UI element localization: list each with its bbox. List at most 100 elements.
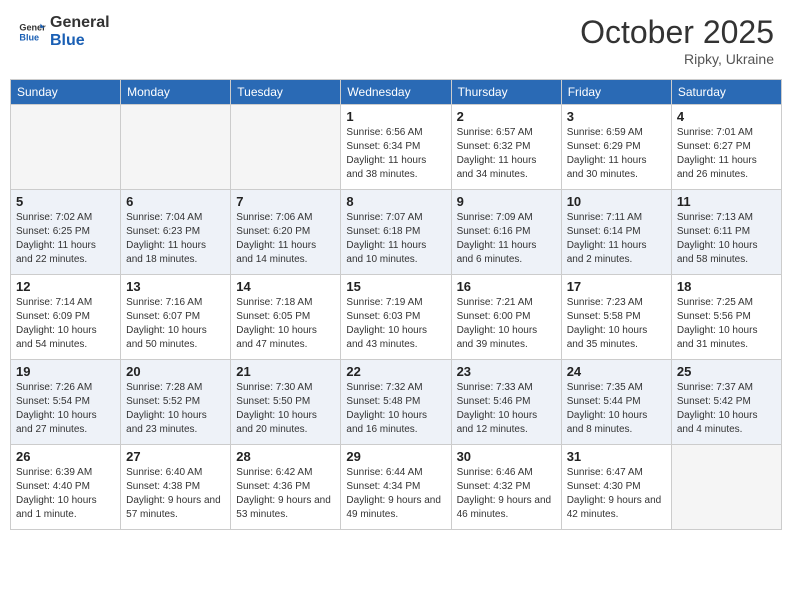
day-number: 19 xyxy=(16,364,115,379)
svg-text:Blue: Blue xyxy=(19,32,39,42)
calendar-day-cell: 5 Sunrise: 7:02 AMSunset: 6:25 PMDaylight… xyxy=(11,190,121,275)
calendar-day-cell: 23 Sunrise: 7:33 AMSunset: 5:46 PMDayligh… xyxy=(451,360,561,445)
calendar-day-cell: 10 Sunrise: 7:11 AMSunset: 6:14 PMDayligh… xyxy=(561,190,671,275)
logo-icon: General Blue xyxy=(18,18,46,46)
day-info: Sunrise: 7:18 AMSunset: 6:05 PMDaylight:… xyxy=(236,296,335,352)
calendar-week-row: 5 Sunrise: 7:02 AMSunset: 6:25 PMDaylight… xyxy=(11,190,782,275)
day-info: Sunrise: 7:16 AMSunset: 6:07 PMDaylight:… xyxy=(126,296,225,352)
calendar-day-cell: 2Sunrise: 6:57 AMSunset: 6:32 PMDaylight… xyxy=(451,105,561,190)
day-number: 31 xyxy=(567,449,666,464)
calendar-day-cell: 25Sunrise: 7:37 AMSunset: 5:42 PMDayligh… xyxy=(671,360,781,445)
calendar-day-cell: 12Sunrise: 7:14 AMSunset: 6:09 PMDayligh… xyxy=(11,275,121,360)
day-info: Sunrise: 6:56 AMSunset: 6:34 PMDaylight:… xyxy=(346,126,445,182)
day-info: Sunrise: 7:32 AMSunset: 5:48 PMDaylight:… xyxy=(346,381,445,437)
day-number: 24 xyxy=(567,364,666,379)
weekday-header-sunday: Sunday xyxy=(11,80,121,105)
day-number: 18 xyxy=(677,279,776,294)
day-number: 20 xyxy=(126,364,225,379)
calendar-day-cell: 22 Sunrise: 7:32 AMSunset: 5:48 PMDayligh… xyxy=(341,360,451,445)
day-info: Sunrise: 7:04 AMSunset: 6:23 PMDaylight:… xyxy=(126,211,225,267)
weekday-header-row: SundayMondayTuesdayWednesdayThursdayFrid… xyxy=(11,80,782,105)
calendar-day-cell: 30 Sunrise: 6:46 AMSunset: 4:32 PMDayligh… xyxy=(451,445,561,530)
calendar-week-row: 19 Sunrise: 7:26 AMSunset: 5:54 PMDayligh… xyxy=(11,360,782,445)
day-number: 2 xyxy=(457,109,556,124)
day-info: Sunrise: 7:35 AMSunset: 5:44 PMDaylight:… xyxy=(567,381,666,437)
day-info: Sunrise: 7:23 AMSunset: 5:58 PMDaylight:… xyxy=(567,296,666,352)
day-info: Sunrise: 7:30 AMSunset: 5:50 PMDaylight:… xyxy=(236,381,335,437)
day-number: 10 xyxy=(567,194,666,209)
calendar-day-cell: 14 Sunrise: 7:18 AMSunset: 6:05 PMDayligh… xyxy=(231,275,341,360)
day-number: 15 xyxy=(346,279,445,294)
day-info: Sunrise: 7:28 AMSunset: 5:52 PMDaylight:… xyxy=(126,381,225,437)
logo: General Blue General Blue xyxy=(18,14,110,49)
day-info: Sunrise: 6:40 AMSunset: 4:38 PMDaylight:… xyxy=(126,466,225,522)
day-info: Sunrise: 7:25 AMSunset: 5:56 PMDaylight:… xyxy=(677,296,776,352)
day-info: Sunrise: 6:42 AMSunset: 4:36 PMDaylight:… xyxy=(236,466,335,522)
day-info: Sunrise: 7:33 AMSunset: 5:46 PMDaylight:… xyxy=(457,381,556,437)
calendar-week-row: 1Sunrise: 6:56 AMSunset: 6:34 PMDaylight… xyxy=(11,105,782,190)
day-number: 6 xyxy=(126,194,225,209)
calendar-day-cell: 7 Sunrise: 7:06 AMSunset: 6:20 PMDaylight… xyxy=(231,190,341,275)
day-info: Sunrise: 6:46 AMSunset: 4:32 PMDaylight:… xyxy=(457,466,556,522)
weekday-header-tuesday: Tuesday xyxy=(231,80,341,105)
day-number: 12 xyxy=(16,279,115,294)
calendar-day-cell: 1Sunrise: 6:56 AMSunset: 6:34 PMDaylight… xyxy=(341,105,451,190)
logo-general-text: General xyxy=(50,14,110,32)
calendar-week-row: 12Sunrise: 7:14 AMSunset: 6:09 PMDayligh… xyxy=(11,275,782,360)
logo-blue-text: Blue xyxy=(50,32,110,50)
calendar-day-cell: 15Sunrise: 7:19 AMSunset: 6:03 PMDayligh… xyxy=(341,275,451,360)
day-number: 7 xyxy=(236,194,335,209)
calendar-day-cell xyxy=(11,105,121,190)
calendar-day-cell: 16 Sunrise: 7:21 AMSunset: 6:00 PMDayligh… xyxy=(451,275,561,360)
calendar-day-cell: 3Sunrise: 6:59 AMSunset: 6:29 PMDaylight… xyxy=(561,105,671,190)
calendar-day-cell xyxy=(231,105,341,190)
calendar-day-cell: 27 Sunrise: 6:40 AMSunset: 4:38 PMDayligh… xyxy=(121,445,231,530)
calendar-table: SundayMondayTuesdayWednesdayThursdayFrid… xyxy=(10,79,782,530)
day-number: 5 xyxy=(16,194,115,209)
day-info: Sunrise: 7:13 AMSunset: 6:11 PMDaylight:… xyxy=(677,211,776,267)
weekday-header-thursday: Thursday xyxy=(451,80,561,105)
weekday-header-monday: Monday xyxy=(121,80,231,105)
day-info: Sunrise: 7:06 AMSunset: 6:20 PMDaylight:… xyxy=(236,211,335,267)
calendar-day-cell: 6 Sunrise: 7:04 AMSunset: 6:23 PMDaylight… xyxy=(121,190,231,275)
weekday-header-friday: Friday xyxy=(561,80,671,105)
calendar-day-cell: 26Sunrise: 6:39 AMSunset: 4:40 PMDayligh… xyxy=(11,445,121,530)
day-info: Sunrise: 7:09 AMSunset: 6:16 PMDaylight:… xyxy=(457,211,556,267)
calendar-day-cell: 28Sunrise: 6:42 AMSunset: 4:36 PMDayligh… xyxy=(231,445,341,530)
calendar-week-row: 26Sunrise: 6:39 AMSunset: 4:40 PMDayligh… xyxy=(11,445,782,530)
day-info: Sunrise: 7:21 AMSunset: 6:00 PMDaylight:… xyxy=(457,296,556,352)
day-number: 27 xyxy=(126,449,225,464)
calendar-day-cell: 24 Sunrise: 7:35 AMSunset: 5:44 PMDayligh… xyxy=(561,360,671,445)
day-number: 30 xyxy=(457,449,556,464)
day-number: 14 xyxy=(236,279,335,294)
calendar-day-cell: 18 Sunrise: 7:25 AMSunset: 5:56 PMDayligh… xyxy=(671,275,781,360)
day-info: Sunrise: 6:47 AMSunset: 4:30 PMDaylight:… xyxy=(567,466,666,522)
page-header: General Blue General Blue October 2025 R… xyxy=(10,10,782,71)
day-number: 23 xyxy=(457,364,556,379)
calendar-day-cell: 9 Sunrise: 7:09 AMSunset: 6:16 PMDaylight… xyxy=(451,190,561,275)
day-number: 13 xyxy=(126,279,225,294)
calendar-day-cell: 29Sunrise: 6:44 AMSunset: 4:34 PMDayligh… xyxy=(341,445,451,530)
calendar-day-cell: 8Sunrise: 7:07 AMSunset: 6:18 PMDaylight… xyxy=(341,190,451,275)
day-number: 26 xyxy=(16,449,115,464)
day-info: Sunrise: 7:11 AMSunset: 6:14 PMDaylight:… xyxy=(567,211,666,267)
calendar-day-cell: 20 Sunrise: 7:28 AMSunset: 5:52 PMDayligh… xyxy=(121,360,231,445)
calendar-day-cell: 17 Sunrise: 7:23 AMSunset: 5:58 PMDayligh… xyxy=(561,275,671,360)
calendar-day-cell: 13 Sunrise: 7:16 AMSunset: 6:07 PMDayligh… xyxy=(121,275,231,360)
day-info: Sunrise: 7:02 AMSunset: 6:25 PMDaylight:… xyxy=(16,211,115,267)
day-number: 22 xyxy=(346,364,445,379)
day-info: Sunrise: 7:37 AMSunset: 5:42 PMDaylight:… xyxy=(677,381,776,437)
day-info: Sunrise: 7:26 AMSunset: 5:54 PMDaylight:… xyxy=(16,381,115,437)
day-number: 29 xyxy=(346,449,445,464)
calendar-title: October 2025 xyxy=(580,14,774,51)
day-number: 16 xyxy=(457,279,556,294)
weekday-header-wednesday: Wednesday xyxy=(341,80,451,105)
calendar-day-cell xyxy=(671,445,781,530)
day-number: 21 xyxy=(236,364,335,379)
day-number: 9 xyxy=(457,194,556,209)
calendar-day-cell: 4Sunrise: 7:01 AMSunset: 6:27 PMDaylight… xyxy=(671,105,781,190)
day-number: 17 xyxy=(567,279,666,294)
title-block: October 2025 Ripky, Ukraine xyxy=(580,14,774,67)
calendar-day-cell: 31 Sunrise: 6:47 AMSunset: 4:30 PMDayligh… xyxy=(561,445,671,530)
day-number: 8 xyxy=(346,194,445,209)
